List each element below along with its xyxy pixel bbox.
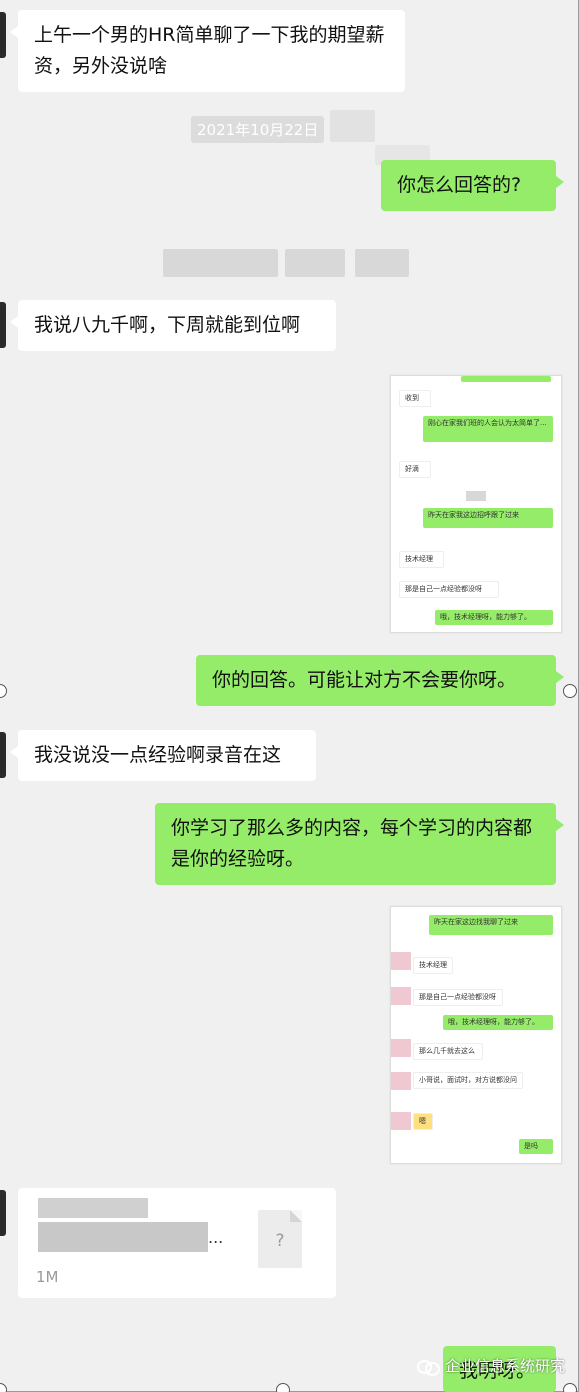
screenshot-row: 是吗 — [519, 1139, 553, 1154]
screenshot-timestamp — [466, 491, 486, 501]
avatar[interactable] — [0, 12, 6, 58]
screenshot-row: 那是自己一点经验都没呀 — [413, 989, 503, 1006]
screenshot-row: 技术经理 — [413, 957, 453, 974]
screenshot-row: 哦，技术经理呀，能力够了。 — [443, 1015, 553, 1030]
screenshot-row: 哦，技术经理呀，能力够了。 — [435, 610, 553, 625]
resize-handle-bottom[interactable] — [276, 1383, 290, 1392]
file-name-ellipsis: ... — [208, 1228, 224, 1247]
watermark: 企业信息系统研究 — [416, 1355, 565, 1376]
screenshot-avatar — [391, 1072, 411, 1090]
screenshot-row: 刚心在家我们班的人会认为太简单了... — [423, 416, 553, 442]
screenshot-row: 嗯 — [413, 1113, 433, 1130]
screenshot-row: 技术经理 — [399, 551, 444, 568]
screenshot-row: 小哥说，面试时，对方说都没问 — [413, 1072, 523, 1089]
message-bubble-sent[interactable]: 你怎么回答的? — [381, 160, 564, 211]
blurred-region — [330, 110, 375, 142]
message-bubble-sent[interactable]: 你的回答。可能让对方不会要你呀。 — [196, 655, 564, 706]
screenshot-row: 昨天在家我这边招呼跟了过来 — [423, 508, 553, 528]
message-bubble-received[interactable]: 我没说没一点经验啊录音在这 — [10, 730, 316, 781]
blurred-system-text — [355, 249, 409, 277]
blurred-system-text — [285, 249, 345, 277]
chat-screenshot-image[interactable]: 昨天在家这边找我聊了过来 技术经理 那是自己一点经验都没呀 哦，技术经理呀，能力… — [390, 906, 562, 1164]
blurred-filename — [38, 1222, 208, 1252]
avatar[interactable] — [0, 732, 6, 778]
message-bubble-sent[interactable]: 你学习了那么多的内容，每个学习的内容都是你的经验呀。 — [155, 803, 564, 885]
screenshot-row: 收到 — [399, 390, 431, 407]
screenshot-avatar — [391, 1112, 411, 1130]
screenshot-avatar — [391, 952, 411, 970]
timestamp: 2021年10月22日 — [191, 116, 325, 143]
screenshot-avatar — [391, 987, 411, 1005]
avatar[interactable] — [0, 1190, 6, 1236]
message-bubble-received[interactable]: 我说八九千啊，下周就能到位啊 — [10, 300, 336, 351]
screenshot-row: 那么几千就去这么 — [413, 1043, 483, 1060]
wechat-logo-icon — [416, 1359, 440, 1376]
avatar[interactable] — [0, 302, 6, 348]
unknown-file-icon: ? — [258, 1210, 302, 1268]
chat-screenshot-image[interactable]: 收到 刚心在家我们班的人会认为太简单了... 好滴 昨天在家我这边招呼跟了过来 … — [390, 375, 562, 633]
screenshot-row: 昨天在家这边找我聊了过来 — [429, 915, 553, 935]
file-message-card[interactable]: ... ? 1M — [18, 1188, 336, 1298]
file-size: 1M — [36, 1268, 59, 1286]
watermark-label: 企业信息系统研究 — [444, 1357, 565, 1375]
resize-handle-right[interactable] — [563, 684, 577, 698]
screenshot-row — [461, 376, 551, 382]
screenshot-row: 好滴 — [399, 461, 431, 478]
blurred-filename — [38, 1198, 148, 1218]
blurred-system-text — [163, 249, 278, 277]
screenshot-row: 那是自己一点经验都没呀 — [399, 581, 499, 598]
resize-handle-bottom-right[interactable] — [563, 1383, 577, 1392]
message-bubble-received[interactable]: 上午一个男的HR简单聊了一下我的期望薪资，另外没说啥 — [10, 10, 405, 92]
screenshot-avatar — [391, 1039, 411, 1057]
